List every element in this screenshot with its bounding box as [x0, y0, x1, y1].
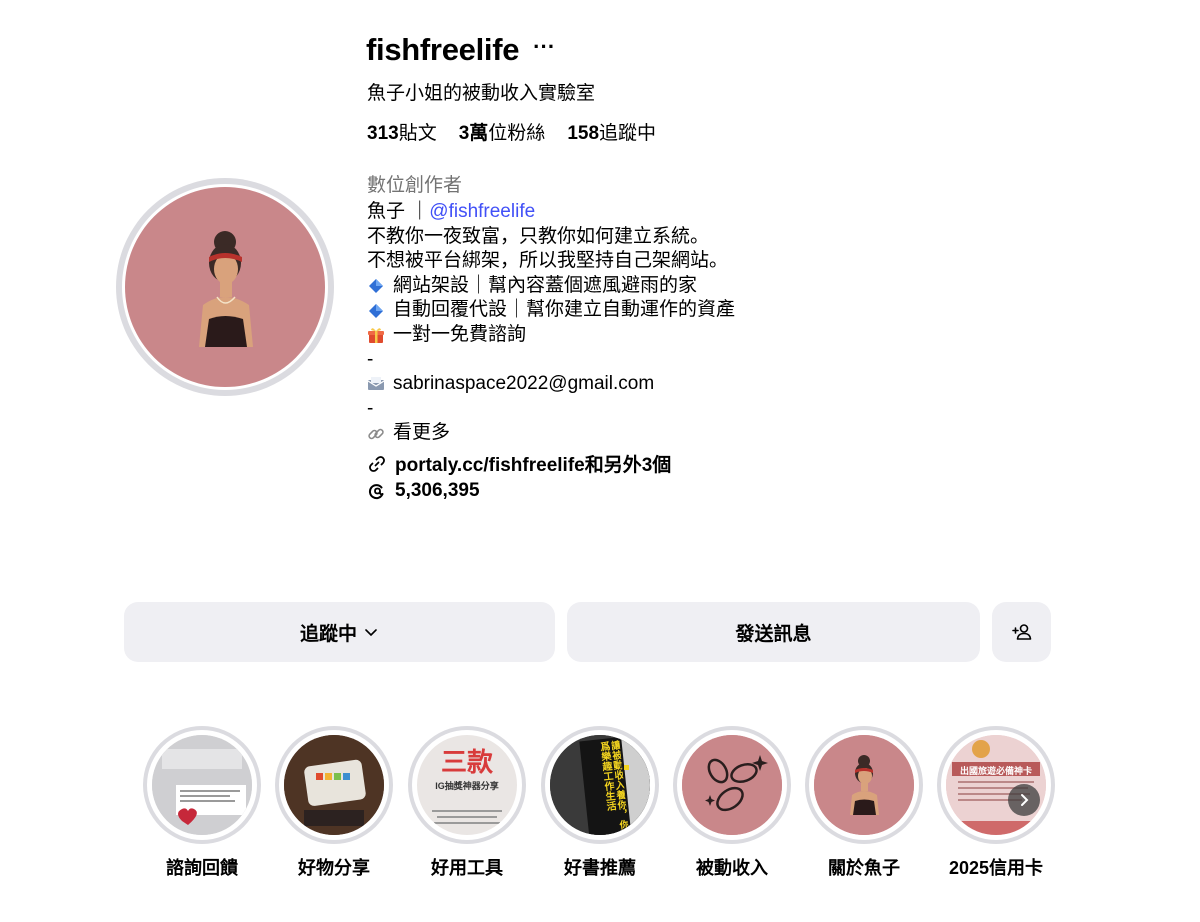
bio-line-4: 網站架設｜幫內容蓋個遮風避雨的家	[367, 274, 735, 299]
cover-text-line	[434, 822, 500, 824]
cover-text-line	[432, 810, 502, 812]
threads-icon	[369, 484, 384, 500]
posts-count: 313	[367, 123, 399, 144]
external-link-text: portaly.cc/fishfreelife和另外3個	[395, 455, 672, 476]
book-cover-image: 讓被動收入養你，你爲樂趣工作生活	[550, 735, 650, 835]
highlight-label: 關於魚子	[828, 858, 900, 878]
bio: 魚子 ｜ @fishfreelife 不教你一夜致富，只教你如何建立系統。 不想被…	[367, 200, 735, 446]
bio-line-1: 魚子 ｜ @fishfreelife	[367, 200, 735, 225]
posts-stat: 313貼文	[367, 118, 437, 145]
bio-line-7: -	[367, 348, 374, 370]
highlight-ring: 讓被動收入養你，你爲樂趣工作生活	[541, 726, 659, 844]
following-button[interactable]: 追蹤中	[124, 602, 555, 662]
full-name: 魚子小姐的被動收入實驗室	[367, 83, 596, 104]
gift-icon	[368, 328, 384, 344]
following-label: 追蹤中	[599, 123, 657, 144]
bio-line-10: 看更多	[367, 421, 735, 446]
bio-email: sabrinaspace2022@gmail.com	[393, 373, 655, 395]
blue-diamond-icon	[369, 303, 383, 318]
highlight-label: 諮詢回饋	[166, 858, 238, 878]
username-row: fishfreelife ···	[366, 32, 555, 68]
profile-avatar[interactable]	[116, 178, 334, 396]
posts-label: 貼文	[398, 123, 437, 144]
highlight-ring: 三款 IG抽獎神器分享	[408, 726, 526, 844]
highlight-ring	[673, 726, 791, 844]
bio-line-1-prefix: 魚子 ｜	[367, 201, 430, 222]
bio-line-6-text: 一對一免費諮詢	[393, 323, 527, 345]
bio-line-6: 一對一免費諮詢	[367, 323, 735, 348]
card-cover-title: 出國旅遊必備神卡	[959, 766, 1032, 776]
profile-stats: 313貼文 3萬位粉絲 158追蹤中	[367, 118, 656, 145]
highlight-label: 2025信用卡	[948, 858, 1044, 878]
highlight-gap: 讓被動收入養你，你爲樂趣工作生活	[545, 730, 655, 840]
highlight-gap: 出國旅遊必備神卡	[941, 730, 1051, 840]
threads-count: 5,306,395	[395, 480, 480, 501]
highlight-1[interactable]: 諮詢回饋	[143, 726, 261, 880]
avatar-gap	[122, 184, 328, 390]
highlight-gap	[809, 730, 919, 840]
more-options-button[interactable]: ···	[533, 36, 555, 64]
tools-cover-image: 三款 IG抽獎神器分享	[417, 735, 517, 835]
followers-label: 位粉絲	[488, 123, 546, 144]
bio-line-5: 自動回覆代設｜幫你建立自動運作的資產	[367, 298, 735, 323]
followers-count: 3萬	[458, 123, 489, 144]
following-stat[interactable]: 158追蹤中	[567, 118, 656, 145]
bio-line-8: sabrinaspace2022@gmail.com	[367, 372, 735, 397]
highlight-ring	[275, 726, 393, 844]
tools-cover-subtitle: IG抽獎神器分享	[435, 781, 499, 791]
highlight-2[interactable]: 好物分享	[275, 726, 393, 880]
chevron-right-icon	[1021, 794, 1029, 806]
highlight-3[interactable]: 三款 IG抽獎神器分享 好用工具	[408, 726, 526, 880]
bio-line-9: -	[367, 397, 374, 419]
highlight-label: 好用工具	[431, 858, 503, 878]
highlight-gap	[147, 730, 257, 840]
add-person-icon	[1011, 624, 1031, 640]
send-message-label: 發送訊息	[735, 623, 812, 645]
highlight-ring	[143, 726, 261, 844]
highlight-label: 好書推薦	[564, 858, 636, 878]
feedback-cover-image	[152, 735, 252, 835]
link-icon	[369, 455, 385, 472]
threads-badge[interactable]: 5,306,395	[367, 480, 480, 502]
tools-cover-title: 三款	[440, 747, 493, 777]
highlight-ring: 出國旅遊必備神卡	[937, 726, 1055, 844]
highlight-label: 好物分享	[298, 858, 370, 878]
highlight-6[interactable]: 關於魚子	[805, 726, 923, 880]
following-button-label: 追蹤中	[299, 623, 357, 645]
highlight-5[interactable]: 被動收入	[673, 726, 791, 880]
envelope-icon	[367, 377, 385, 391]
link-chain-icon	[368, 428, 384, 439]
blue-diamond-icon	[369, 279, 383, 294]
highlight-gap: 三款 IG抽獎神器分享	[412, 730, 522, 840]
following-count: 158	[567, 123, 600, 144]
followers-stat[interactable]: 3萬位粉絲	[459, 118, 546, 145]
bio-line-3: 不想被平台綁架，所以我堅持自己架網站。	[367, 250, 729, 272]
highlight-gap	[279, 730, 389, 840]
see-more-text[interactable]: 看更多	[393, 421, 450, 446]
username: fishfreelife	[366, 32, 520, 67]
cover-text-line	[437, 816, 497, 818]
bio-line-5-text: 自動回覆代設｜幫你建立自動運作的資產	[393, 299, 736, 321]
external-link[interactable]: portaly.cc/fishfreelife和另外3個	[367, 450, 671, 477]
highlights-next-button[interactable]	[1008, 784, 1040, 816]
category-label: 數位創作者	[367, 175, 463, 196]
avatar-illustration	[125, 187, 325, 387]
chevron-down-icon	[365, 629, 377, 637]
bio-line-4-text: 網站架設｜幫內容蓋個遮風避雨的家	[393, 274, 698, 296]
highlight-label: 被動收入	[696, 858, 768, 878]
send-message-button[interactable]: 發送訊息	[567, 602, 980, 662]
bio-line-2: 不教你一夜致富，只教你如何建立系統。	[367, 225, 710, 247]
highlight-4[interactable]: 讓被動收入養你，你爲樂趣工作生活 好書推薦	[541, 726, 659, 880]
highlight-ring	[805, 726, 923, 844]
about-cover-image	[814, 735, 914, 835]
bio-mention-link[interactable]: @fishfreelife	[429, 200, 535, 225]
product-cover-image	[284, 735, 384, 835]
coins-cover-image	[682, 735, 782, 835]
suggested-accounts-button[interactable]	[992, 602, 1051, 662]
highlight-gap	[677, 730, 787, 840]
